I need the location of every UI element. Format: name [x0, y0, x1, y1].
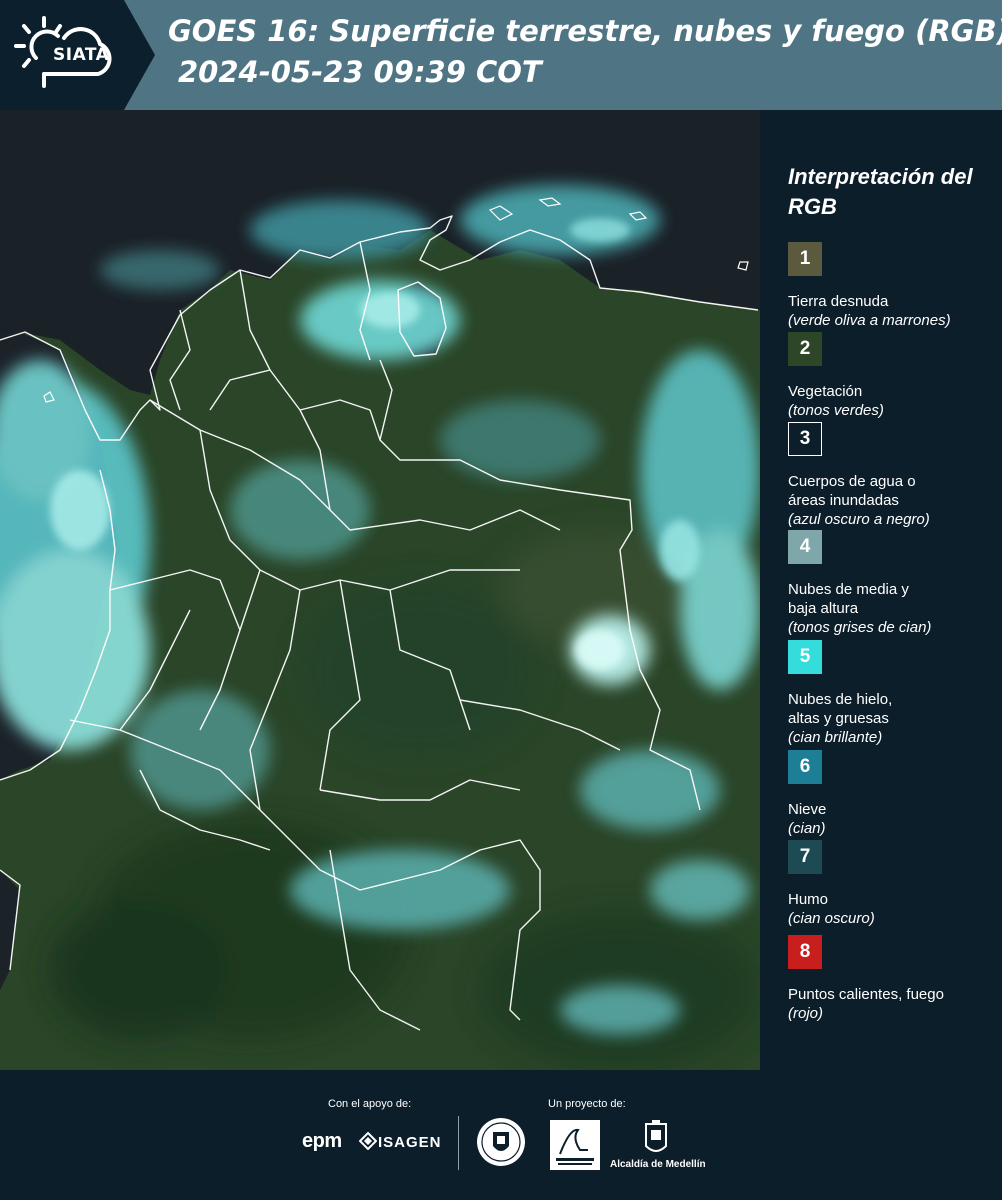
legend-swatch: 6 — [788, 750, 822, 784]
legend-swatch: 2 — [788, 332, 822, 366]
siata-logo-text: SIATA — [53, 45, 110, 65]
legend-item-label: Humo — [788, 891, 829, 908]
epm-logo: epm — [302, 1130, 342, 1152]
legend-item-label: Nieve — [788, 801, 827, 818]
legend-item-label: Vegetación — [788, 383, 863, 400]
legend-swatch: 7 — [788, 840, 822, 874]
alcaldia-text: Alcaldía de Medellín — [610, 1159, 706, 1170]
legend-item-desc: (rojo) — [788, 1005, 824, 1022]
legend-item: 6 Nieve (cian) — [788, 750, 998, 838]
satellite-map — [0, 110, 760, 1070]
legend-item-desc: (cian oscuro) — [788, 910, 875, 927]
legend-item-label: Tierra desnuda — [788, 293, 889, 310]
university-seal-icon — [477, 1118, 525, 1166]
page-title: GOES 16: Superficie terrestre, nubes y f… — [168, 14, 1002, 48]
siata-logo: SIATA — [0, 0, 155, 110]
project-label: Un proyecto de: — [548, 1098, 626, 1110]
legend-title: Interpretación del RGB — [788, 164, 973, 219]
legend-item-desc: (tonos verdes) — [788, 402, 884, 419]
legend-swatch: 4 — [788, 530, 822, 564]
legend-item-label: Cuerpos de agua o áreas inundadas — [788, 473, 916, 509]
legend-swatch: 3 — [788, 422, 822, 456]
legend-item: 1 Tierra desnuda (verde oliva a marrones) — [788, 242, 998, 330]
legend-panel: Interpretación del RGB 1 Tierra desnuda (v… — [760, 110, 1002, 1070]
isagen-icon — [359, 1132, 377, 1150]
alcaldia-shield-icon — [645, 1120, 667, 1152]
isagen-logo: ISAGEN — [378, 1134, 442, 1151]
legend-item: 4 Nubes de media y baja altura (tonos gris… — [788, 530, 998, 637]
legend-item: 3 Cuerpos de agua o áreas inundadas (azul … — [788, 422, 998, 529]
legend-item-label: Nubes de media y baja altura — [788, 581, 909, 617]
legend-swatch: 1 — [788, 242, 822, 276]
legend-item-desc: (verde oliva a marrones) — [788, 312, 951, 329]
page-timestamp: 2024-05-23 09:39 COT — [178, 55, 542, 89]
legend-item: 8 Puntos calientes, fuego (rojo) — [788, 935, 998, 1023]
header: SIATA GOES 16: Superficie terrestre, nub… — [0, 0, 1002, 110]
area-metropolitana-logo — [550, 1120, 600, 1170]
support-label: Con el apoyo de: — [328, 1098, 412, 1110]
legend-swatch: 8 — [788, 935, 822, 969]
legend-swatch: 5 — [788, 640, 822, 674]
satellite-image — [0, 110, 760, 1070]
legend-item: 2 Vegetación (tonos verdes) — [788, 332, 998, 420]
legend-item: 5 Nubes de hielo, altas y gruesas (cian br… — [788, 640, 998, 747]
legend-item-desc: (tonos grises de cian) — [788, 619, 932, 636]
legend-item-label: Nubes de hielo, altas y gruesas — [788, 691, 893, 727]
footer: Con el apoyo de: Un proyecto de: epm ISA… — [0, 1070, 1002, 1200]
footer-divider — [458, 1116, 459, 1170]
legend-item-desc: (azul oscuro a negro) — [788, 511, 930, 528]
legend-item-desc: (cian brillante) — [788, 729, 883, 746]
legend-item-label: Puntos calientes, fuego — [788, 986, 944, 1003]
legend-item: 7 Humo (cian oscuro) — [788, 840, 998, 928]
legend-item-desc: (cian) — [788, 820, 826, 837]
